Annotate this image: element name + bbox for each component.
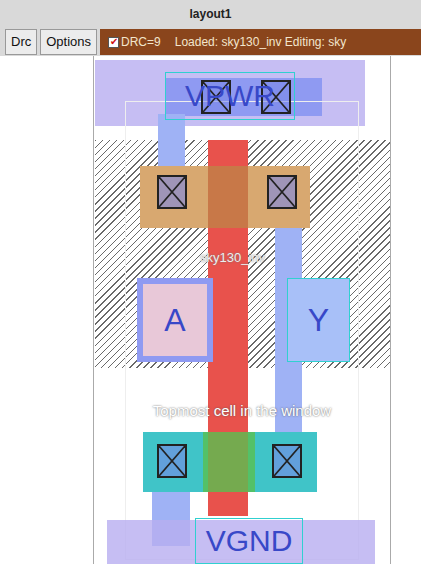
- toolbar-button[interactable]: Options: [40, 29, 97, 55]
- status-text: Loaded: sky130_inv Editing: sky: [175, 33, 346, 51]
- pin-label: Y: [308, 304, 329, 336]
- app: layout1DrcOptions ✔DRC=9 Loaded: sky130_in…: [0, 0, 421, 564]
- pin-label: A: [164, 304, 185, 336]
- checkbox-box[interactable]: ✔: [108, 37, 119, 48]
- vpwr-pin: VPWR: [165, 72, 295, 120]
- vgnd-pin: VGND: [195, 518, 303, 564]
- pin-label: VPWR: [185, 81, 275, 111]
- contact-x-icon: [159, 177, 185, 207]
- contact-x-icon: [269, 177, 295, 207]
- contact: [157, 175, 187, 209]
- drc-checkbox[interactable]: ✔DRC=9: [108, 33, 161, 51]
- title-bar: layout1: [0, 0, 421, 28]
- layout-canvas[interactable]: VPWR sky130_inv A Y Topmost cell in the wind…: [0, 56, 421, 564]
- note: Topmost cell in the window: [125, 400, 359, 423]
- nmos-gate: [203, 432, 255, 492]
- y-pin: Y: [287, 278, 350, 362]
- contact-x-icon: [274, 446, 300, 476]
- contact: [267, 175, 297, 209]
- contact: [272, 444, 302, 478]
- toolbar: DrcOptions ✔DRC=9 Loaded: sky130_inv Editi…: [0, 28, 421, 56]
- pin-label: VGND: [206, 526, 293, 556]
- li-left-up: [158, 114, 185, 170]
- a-pin: A: [137, 278, 213, 362]
- status-panel: ✔DRC=9 Loaded: sky130_inv Editing: sky: [100, 29, 421, 55]
- contact: [157, 444, 187, 478]
- pmos-gate: [208, 166, 248, 228]
- toolbar-button[interactable]: Drc: [5, 29, 37, 55]
- cell-name: sky130_inv: [200, 248, 265, 268]
- contact-x-icon: [159, 446, 185, 476]
